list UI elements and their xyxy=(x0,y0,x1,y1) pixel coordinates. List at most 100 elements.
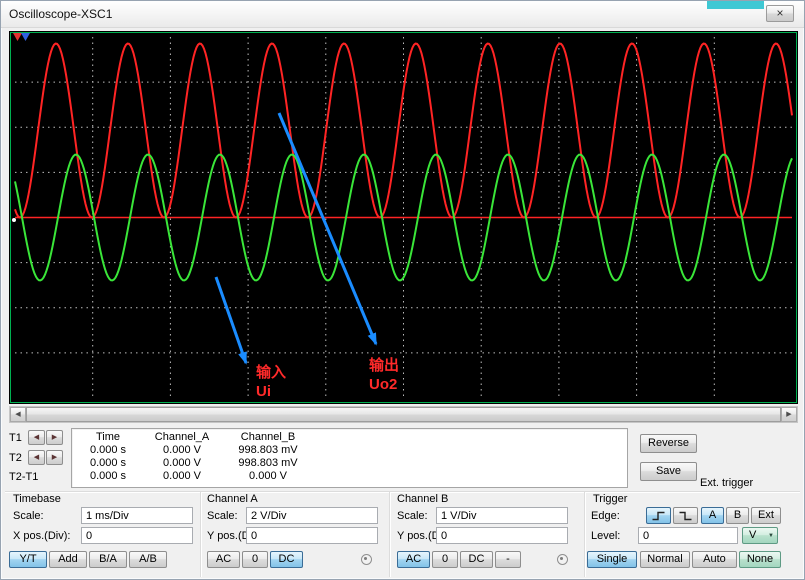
cursor-diff-label: T2-T1 xyxy=(9,471,38,483)
channel-b-ypos-input[interactable] xyxy=(436,527,568,544)
channel-a-indicator xyxy=(361,554,372,565)
annotation-output-text: 输出 xyxy=(369,356,399,375)
t1-time-value: 0.000 s xyxy=(72,444,144,457)
channel-b-dc-button[interactable]: DC xyxy=(460,551,493,568)
t1-channel-b-value: 998.803 mV xyxy=(220,444,316,457)
annotation-input-text: 输入 xyxy=(256,363,286,382)
channel-a-zero-button[interactable]: 0 xyxy=(242,551,268,568)
level-unit-value: V xyxy=(749,528,756,543)
reverse-button[interactable]: Reverse xyxy=(640,434,697,453)
channel-b-ac-button[interactable]: AC xyxy=(397,551,430,568)
output-annotation-arrow xyxy=(279,113,376,344)
channel-b-scale-input[interactable] xyxy=(436,507,568,524)
channel-a-dc-button[interactable]: DC xyxy=(270,551,303,568)
timebase-xpos-input[interactable] xyxy=(81,527,193,544)
t2-time-value: 0.000 s xyxy=(72,457,144,470)
titlebar-accent xyxy=(707,1,764,9)
save-button[interactable]: Save xyxy=(640,462,697,481)
cursor-t1-flag[interactable] xyxy=(13,33,22,41)
ba-mode-button[interactable]: B/A xyxy=(89,551,127,568)
t2-step-right-button[interactable]: ▶ xyxy=(46,450,63,465)
channel-b-indicator xyxy=(557,554,568,565)
t1-step-left-button[interactable]: ◀ xyxy=(28,430,45,445)
ab-mode-button[interactable]: A/B xyxy=(129,551,167,568)
timebase-title: Timebase xyxy=(13,493,61,505)
timebase-scale-input[interactable] xyxy=(81,507,193,524)
scope-h-scrollbar[interactable]: ◀ ▶ xyxy=(9,406,798,423)
diff-values-row: 0.000 s 0.000 V 0.000 V xyxy=(72,470,627,483)
scroll-right-button[interactable]: ▶ xyxy=(781,407,797,422)
col-header-channel-b: Channel_B xyxy=(220,431,316,444)
t1-values-row: 0.000 s 0.000 V 998.803 mV xyxy=(72,444,627,457)
trigger-source-b-button[interactable]: B xyxy=(726,507,749,524)
oscilloscope-window: Oscilloscope-XSC1 × 输入 xyxy=(0,0,805,580)
channel-position-marker xyxy=(12,218,16,222)
channel-a-title: Channel A xyxy=(207,493,258,505)
cursor-t2-label: T2 xyxy=(9,452,22,464)
trigger-source-ext-button[interactable]: Ext xyxy=(751,507,781,524)
trigger-level-label: Level: xyxy=(591,530,620,542)
t1-step-right-button[interactable]: ▶ xyxy=(46,430,63,445)
scope-display: 输入 Ui 输出 Uo2 xyxy=(9,31,798,404)
annotation-arrows xyxy=(216,113,376,363)
trigger-none-button[interactable]: None xyxy=(739,551,781,568)
right-arrow-icon: ▶ xyxy=(52,454,57,461)
trigger-single-button[interactable]: Single xyxy=(587,551,637,568)
falling-edge-button[interactable] xyxy=(673,507,698,524)
channel-b-title: Channel B xyxy=(397,493,448,505)
annotation-output: 输出 Uo2 xyxy=(369,356,399,394)
col-header-time: Time xyxy=(72,431,144,444)
cursor-t2-flag[interactable] xyxy=(21,33,30,41)
t2-channel-a-value: 0.000 V xyxy=(144,457,220,470)
t2-step-left-button[interactable]: ◀ xyxy=(28,450,45,465)
ext-trigger-label: Ext. trigger xyxy=(700,477,753,489)
annotation-input-symbol: Ui xyxy=(256,382,286,401)
trigger-title: Trigger xyxy=(593,493,627,505)
cursor-t1-label: T1 xyxy=(9,432,22,444)
scroll-left-button[interactable]: ◀ xyxy=(10,407,26,422)
panel-divider xyxy=(200,492,201,577)
trigger-level-input[interactable] xyxy=(638,527,738,544)
t2-channel-b-value: 998.803 mV xyxy=(220,457,316,470)
scrollbar-thumb[interactable] xyxy=(26,407,781,422)
t2-values-row: 0.000 s 0.000 V 998.803 mV xyxy=(72,457,627,470)
measurement-header-row: Time Channel_A Channel_B xyxy=(72,431,627,444)
diff-channel-a-value: 0.000 V xyxy=(144,470,220,483)
trigger-auto-button[interactable]: Auto xyxy=(692,551,737,568)
scroll-left-icon: ◀ xyxy=(15,411,20,418)
rising-edge-icon xyxy=(651,511,666,521)
annotation-input: 输入 Ui xyxy=(256,363,286,401)
channel-b-zero-button[interactable]: 0 xyxy=(432,551,458,568)
scroll-right-icon: ▶ xyxy=(786,411,791,418)
level-unit-dropdown[interactable]: V ▼ xyxy=(742,527,778,544)
panel-divider xyxy=(584,492,585,577)
diff-time-value: 0.000 s xyxy=(72,470,144,483)
section-divider xyxy=(5,491,800,492)
diff-channel-b-value: 0.000 V xyxy=(220,470,316,483)
add-mode-button[interactable]: Add xyxy=(49,551,87,568)
left-arrow-icon: ◀ xyxy=(34,454,39,461)
right-arrow-icon: ▶ xyxy=(52,434,57,441)
trigger-source-a-button[interactable]: A xyxy=(701,507,724,524)
left-arrow-icon: ◀ xyxy=(34,434,39,441)
panel-divider xyxy=(389,492,390,577)
close-button[interactable]: × xyxy=(766,5,794,22)
input-annotation-arrow xyxy=(216,277,246,363)
trigger-edge-label: Edge: xyxy=(591,510,620,522)
timebase-xpos-label: X pos.(Div): xyxy=(13,530,70,542)
falling-edge-icon xyxy=(678,511,693,521)
dropdown-arrow-icon: ▼ xyxy=(768,529,774,544)
rising-edge-button[interactable] xyxy=(646,507,671,524)
trigger-normal-button[interactable]: Normal xyxy=(640,551,690,568)
channel-b-minus-button[interactable]: - xyxy=(495,551,521,568)
col-header-channel-a: Channel_A xyxy=(144,431,220,444)
channel-a-ypos-input[interactable] xyxy=(246,527,378,544)
scope-screen xyxy=(9,31,798,404)
yt-mode-button[interactable]: Y/T xyxy=(9,551,47,568)
titlebar: Oscilloscope-XSC1 xyxy=(1,1,804,28)
measurement-table: Time Channel_A Channel_B 0.000 s 0.000 V… xyxy=(71,428,628,488)
channel-a-scale-input[interactable] xyxy=(246,507,378,524)
annotation-output-symbol: Uo2 xyxy=(369,375,399,394)
channel-a-ac-button[interactable]: AC xyxy=(207,551,240,568)
window-title: Oscilloscope-XSC1 xyxy=(9,7,112,21)
